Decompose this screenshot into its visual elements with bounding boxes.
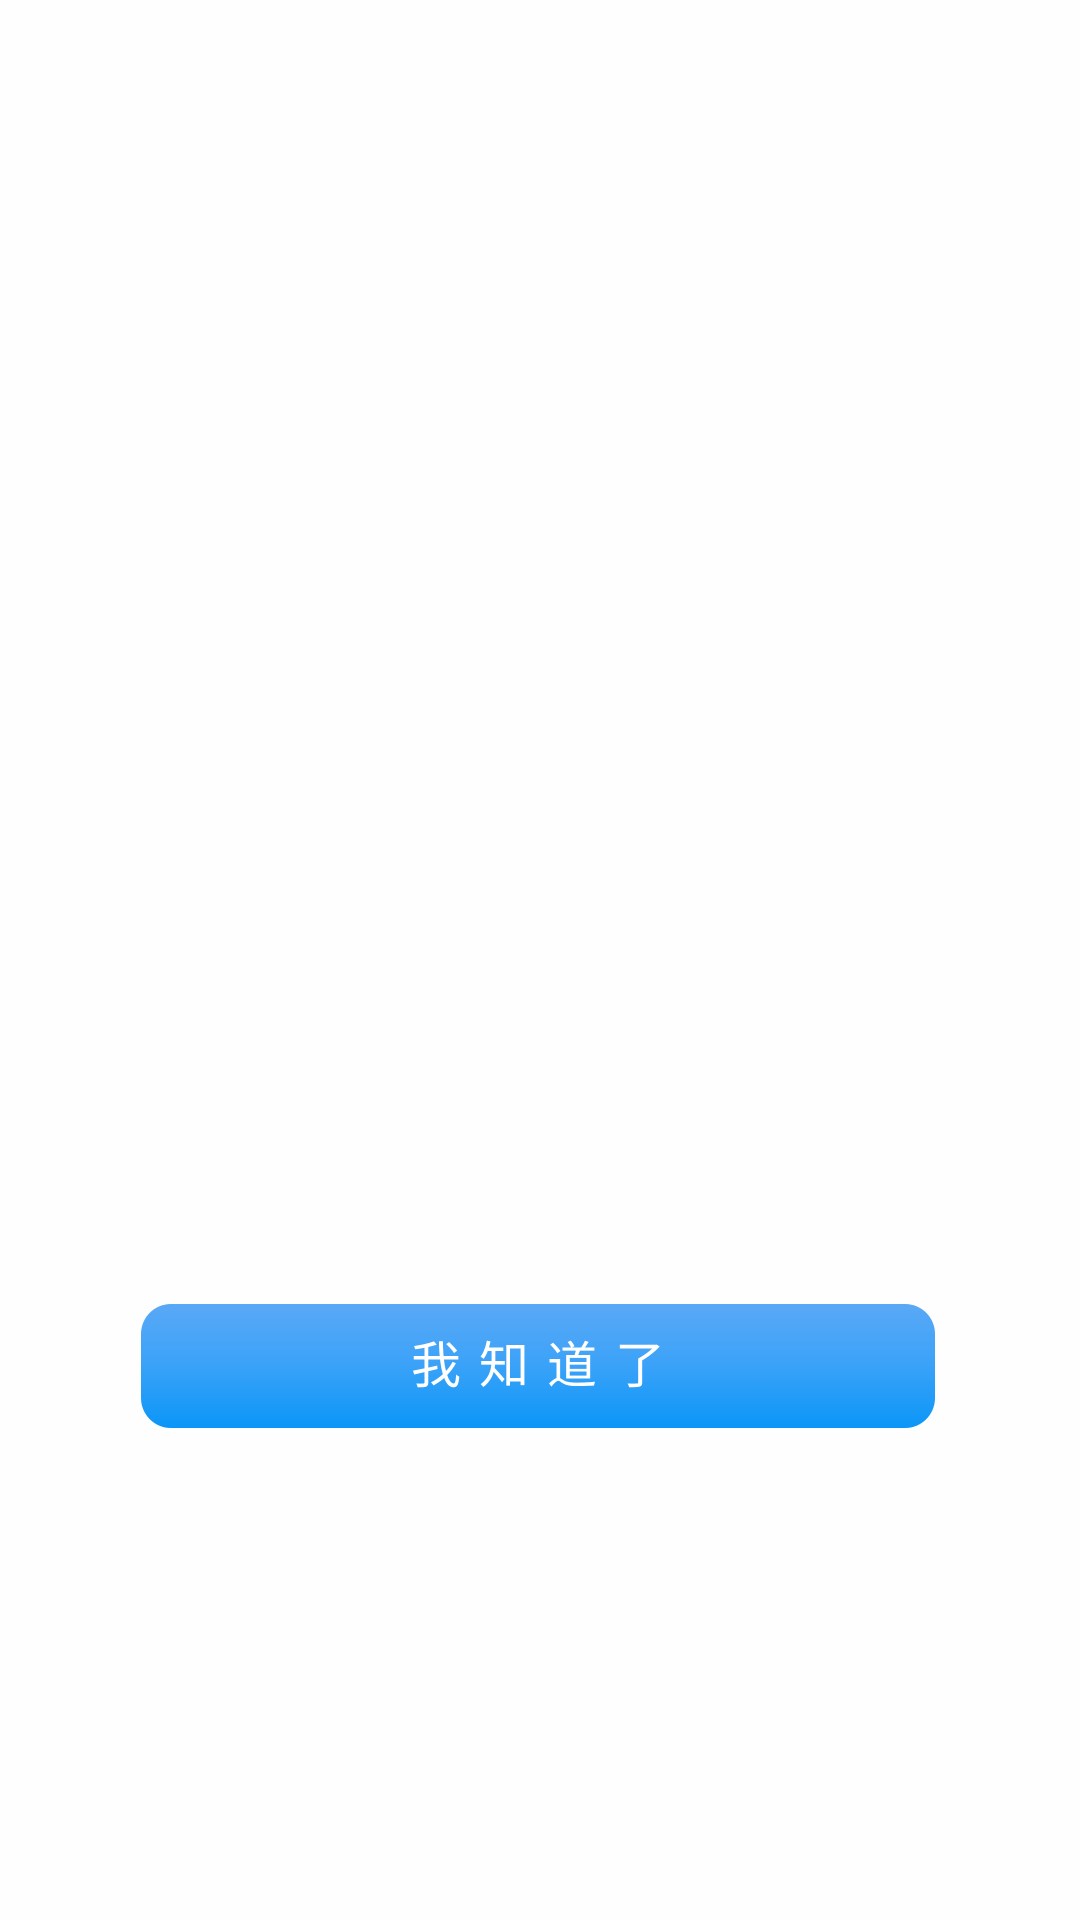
screen: 我知道了 xyxy=(0,0,1080,1920)
got-it-button[interactable]: 我知道了 xyxy=(141,1304,935,1428)
got-it-button-label: 我知道了 xyxy=(411,1337,683,1395)
